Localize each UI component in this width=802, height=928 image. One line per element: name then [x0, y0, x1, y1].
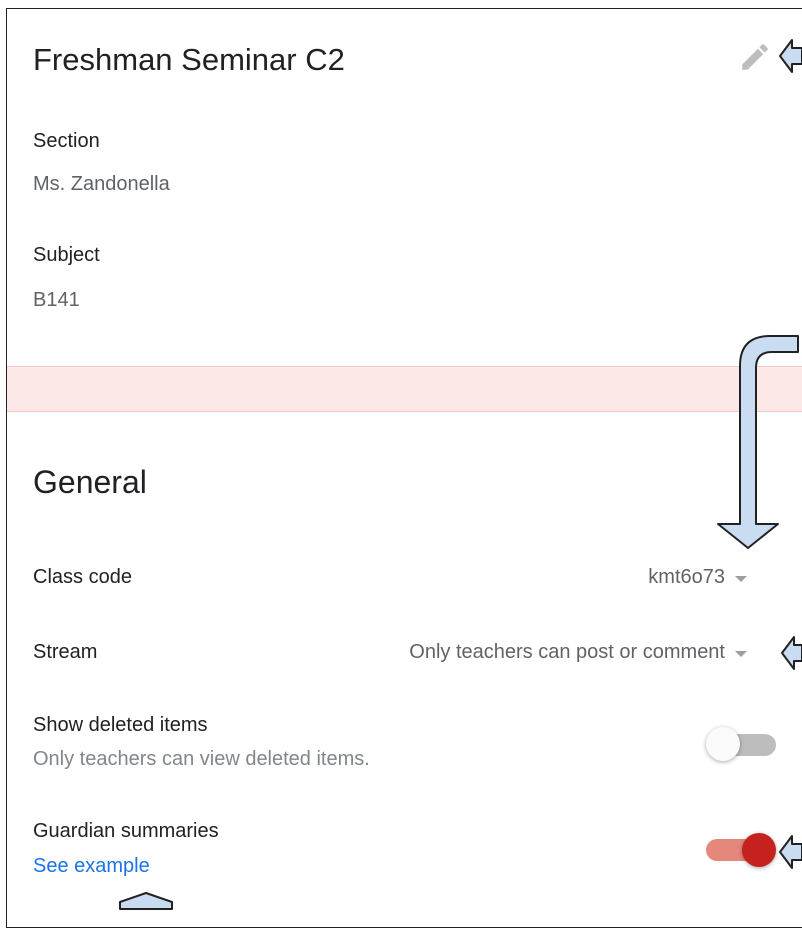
- left-arrow-icon: [781, 636, 802, 670]
- up-arrow-icon: [119, 892, 173, 910]
- annotation-arrows: [119, 39, 802, 910]
- bent-arrow-icon: [717, 335, 799, 549]
- left-arrow-icon: [779, 39, 802, 73]
- left-arrow-icon: [779, 835, 802, 869]
